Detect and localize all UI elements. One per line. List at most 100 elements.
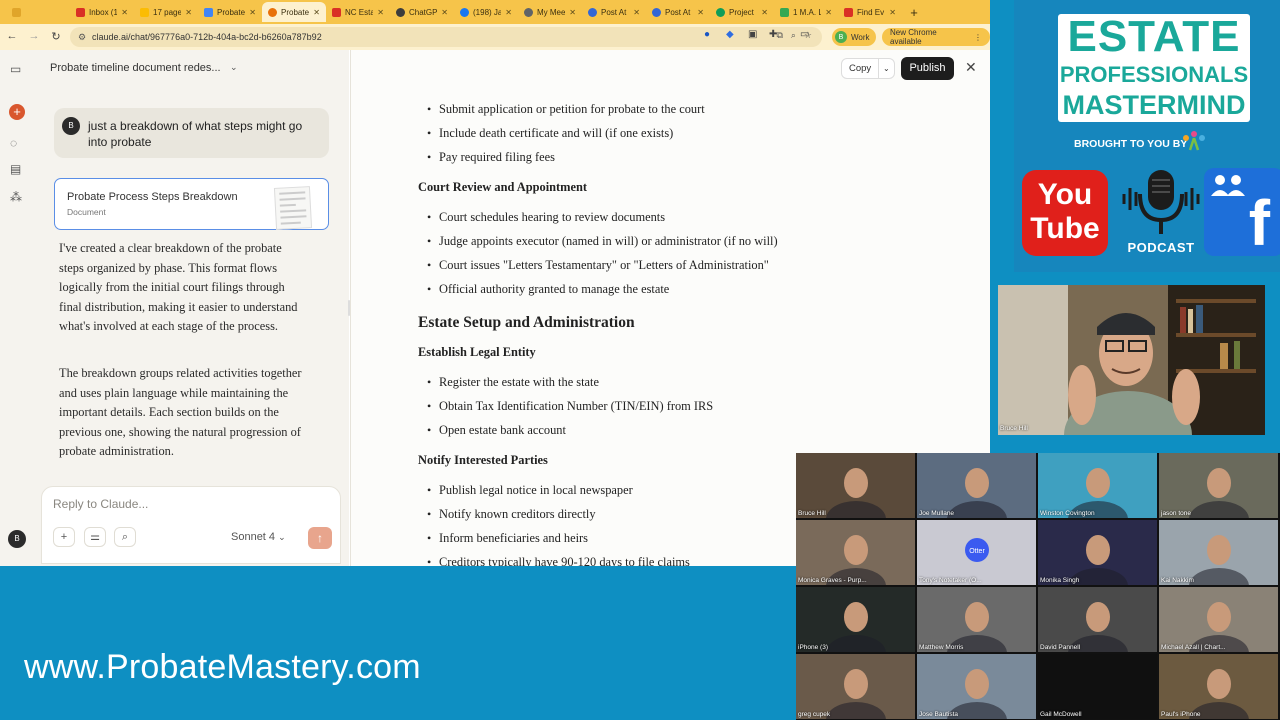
tab-2[interactable]: 17 page ✕ bbox=[134, 2, 198, 22]
model-select[interactable]: Sonnet 4 ⌄ bbox=[231, 531, 286, 543]
tab-7[interactable]: (198) Ja ✕ bbox=[454, 2, 518, 22]
close-icon[interactable]: ✕ bbox=[965, 59, 977, 76]
close-icon[interactable]: ✕ bbox=[377, 8, 384, 17]
tab-label: Post At bbox=[601, 7, 627, 17]
new-tab-button[interactable]: + bbox=[906, 4, 922, 20]
participant-tile[interactable]: David Pannell bbox=[1038, 587, 1157, 652]
forward-icon[interactable]: → bbox=[24, 30, 44, 42]
tab-11[interactable]: Project ✕ bbox=[710, 2, 774, 22]
participant-tile[interactable]: Michael Azall | Chart... bbox=[1159, 587, 1278, 652]
install-icon[interactable]: ⧉ bbox=[776, 30, 782, 41]
account-avatar[interactable]: B bbox=[8, 530, 26, 548]
participant-tile[interactable]: iPhone (3) bbox=[796, 587, 915, 652]
chevron-down-icon[interactable]: ⌄ bbox=[878, 59, 890, 78]
reload-icon[interactable]: ↻ bbox=[46, 30, 66, 43]
banner-line-1: ESTATE bbox=[1067, 12, 1241, 61]
publish-button[interactable]: Publish bbox=[901, 57, 954, 80]
participant-tile[interactable]: Monica Graves - Purp... bbox=[796, 520, 915, 585]
participant-name: Kai Nakkim bbox=[1161, 577, 1194, 584]
close-icon[interactable]: ✕ bbox=[505, 8, 512, 17]
close-icon[interactable]: ✕ bbox=[441, 8, 448, 17]
participant-video bbox=[1038, 654, 1157, 719]
more-vert-icon[interactable]: ⋮ bbox=[974, 33, 982, 42]
sidebar-toggle-icon[interactable]: ▭ bbox=[10, 62, 21, 76]
close-icon[interactable]: ✕ bbox=[121, 8, 128, 17]
close-icon[interactable]: ✕ bbox=[249, 8, 256, 17]
close-icon[interactable]: ✕ bbox=[697, 8, 704, 17]
participant-video bbox=[826, 602, 886, 652]
tab-10[interactable]: Post At ✕ bbox=[646, 2, 710, 22]
close-icon[interactable]: ✕ bbox=[761, 8, 768, 17]
participant-tile[interactable]: Bruce Hill bbox=[796, 453, 915, 518]
close-icon[interactable]: ✕ bbox=[569, 8, 576, 17]
tab-favicon bbox=[844, 7, 853, 17]
participant-tile[interactable]: Paul's iPhone bbox=[1159, 654, 1278, 719]
extension-2-icon[interactable]: ◆ bbox=[726, 29, 734, 40]
tab-4-active[interactable]: Probate ✕ bbox=[262, 2, 326, 22]
participant-tile[interactable]: Joe Mullane bbox=[917, 453, 1036, 518]
tools-sliders-button[interactable]: ⚌ bbox=[84, 527, 106, 547]
tab-0[interactable] bbox=[6, 2, 70, 22]
participant-tile[interactable]: Kai Nakkim bbox=[1159, 520, 1278, 585]
new-chat-icon[interactable]: + bbox=[9, 104, 25, 120]
tab-label: 1 M.A. L bbox=[793, 7, 822, 17]
back-icon[interactable]: ← bbox=[2, 30, 22, 42]
tab-1[interactable]: Inbox (1 ✕ bbox=[70, 2, 134, 22]
tab-favicon bbox=[332, 7, 341, 17]
speaker-video[interactable]: Bruce Hill bbox=[998, 285, 1265, 435]
artifacts-icon[interactable]: ⁂ bbox=[10, 190, 22, 204]
projects-icon[interactable]: ▤ bbox=[10, 162, 21, 176]
send-button[interactable]: ↑ bbox=[308, 527, 332, 549]
search-button[interactable]: ⌕ bbox=[114, 527, 136, 547]
tab-favicon bbox=[652, 7, 661, 17]
chat-title[interactable]: Probate timeline document redes... bbox=[50, 62, 221, 74]
tab-label: Probate bbox=[281, 7, 310, 17]
participant-tile[interactable]: Winston Covington bbox=[1038, 453, 1157, 518]
close-icon[interactable]: ✕ bbox=[889, 8, 896, 17]
document-section-heading: Estate Setup and Administration bbox=[418, 314, 635, 331]
artifact-card[interactable]: Probate Process Steps Breakdown Document bbox=[54, 178, 329, 230]
puzzle-icon[interactable]: ✚ bbox=[769, 29, 777, 40]
participant-tile[interactable]: Otter Tony's Notetaker (O... bbox=[917, 520, 1036, 585]
participant-tile[interactable]: Jose Bautista bbox=[917, 654, 1036, 719]
update-chrome-button[interactable]: New Chrome available ⋮ bbox=[882, 28, 990, 46]
close-icon[interactable]: ✕ bbox=[633, 8, 640, 17]
tab-9[interactable]: Post At ✕ bbox=[582, 2, 646, 22]
tab-8[interactable]: My Mee ✕ bbox=[518, 2, 582, 22]
participant-name: Jose Bautista bbox=[919, 711, 959, 718]
close-icon[interactable]: ✕ bbox=[825, 8, 832, 17]
tab-label: (198) Ja bbox=[473, 7, 502, 17]
participant-tile[interactable]: jason tone bbox=[1159, 453, 1278, 518]
participant-tile[interactable]: greg cupek bbox=[796, 654, 915, 719]
assistant-reply-paragraph-1: I've created a clear breakdown of the pr… bbox=[59, 241, 298, 334]
close-icon[interactable]: ✕ bbox=[313, 8, 320, 17]
zoom-icon[interactable]: ⌕ bbox=[791, 30, 796, 41]
user-message: B just a breakdown of what steps might g… bbox=[54, 108, 329, 158]
copy-button[interactable]: Copy ⌄ bbox=[841, 58, 895, 79]
profile-button[interactable]: B Work bbox=[832, 28, 876, 46]
tab-13[interactable]: Find Ev ✕ bbox=[838, 2, 902, 22]
reply-input[interactable] bbox=[53, 497, 323, 511]
facebook-icon: f bbox=[1204, 168, 1280, 256]
attach-plus-button[interactable]: + bbox=[53, 527, 75, 547]
extension-1-icon[interactable]: ● bbox=[704, 29, 710, 40]
tab-favicon bbox=[12, 7, 21, 17]
sidepanel-icon[interactable]: ▭ bbox=[800, 29, 809, 40]
document-bullet: Official authority granted to manage the… bbox=[427, 282, 669, 297]
participant-name: Winston Covington bbox=[1040, 510, 1095, 517]
participant-tile[interactable]: Monika Singh bbox=[1038, 520, 1157, 585]
participant-tile[interactable]: Matthew Morris bbox=[917, 587, 1036, 652]
extension-3-icon[interactable]: ▣ bbox=[748, 29, 757, 40]
close-icon[interactable]: ✕ bbox=[185, 8, 192, 17]
tab-6[interactable]: ChatGP ✕ bbox=[390, 2, 454, 22]
tab-3[interactable]: Probate ✕ bbox=[198, 2, 262, 22]
chats-icon[interactable]: ◌ bbox=[10, 136, 17, 150]
tab-5[interactable]: NC Esta ✕ bbox=[326, 2, 390, 22]
tab-12[interactable]: 1 M.A. L ✕ bbox=[774, 2, 838, 22]
document-bullet: Publish legal notice in local newspaper bbox=[427, 483, 633, 498]
participant-tile[interactable]: Gail McDowell bbox=[1038, 654, 1157, 719]
participant-name: Bruce Hill bbox=[1000, 425, 1028, 432]
chevron-down-icon[interactable]: ⌄ bbox=[230, 62, 238, 73]
site-info-icon[interactable]: ⚙ bbox=[78, 32, 86, 43]
model-label: Sonnet 4 bbox=[231, 531, 276, 543]
